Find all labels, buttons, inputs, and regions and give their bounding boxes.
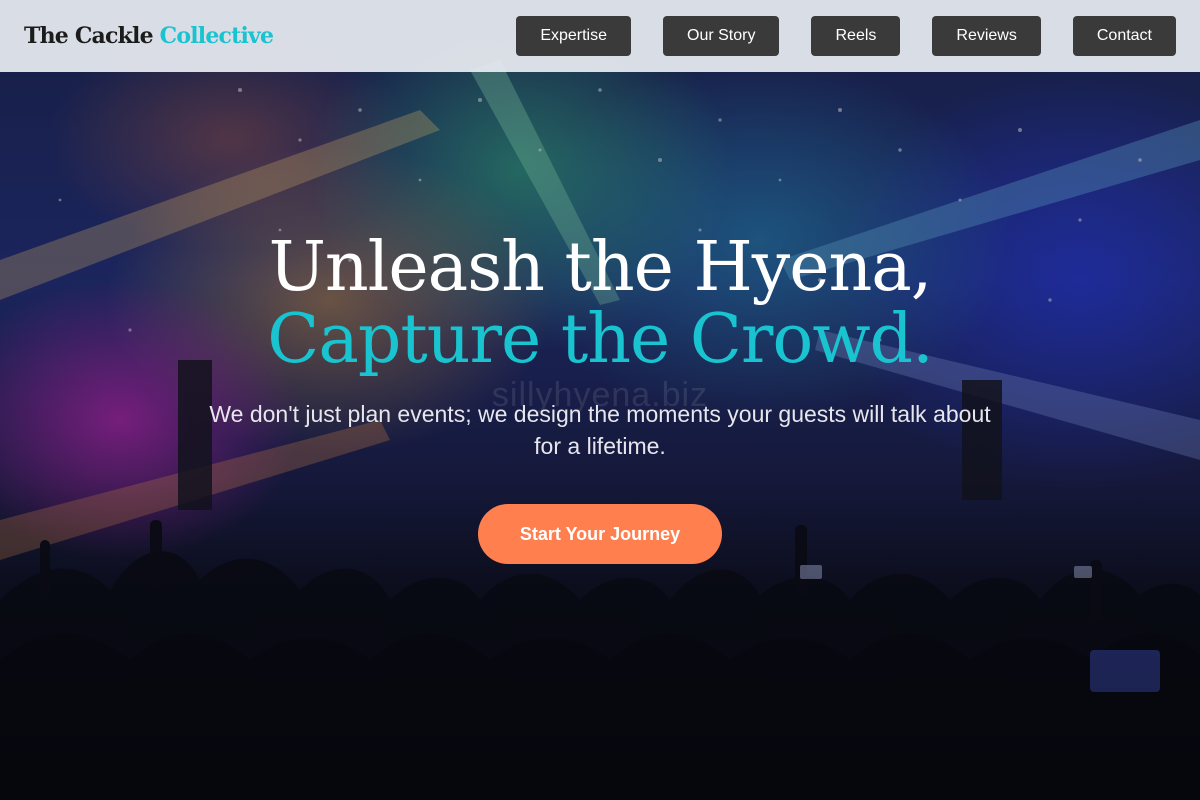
- hero-section: Unleash the Hyena, Capture the Crowd. We…: [0, 232, 1200, 564]
- top-navigation-bar: The Cackle Collective Expertise Our Stor…: [0, 0, 1200, 72]
- hero-headline-line1: Unleash the Hyena,: [268, 228, 933, 307]
- hero-headline: Unleash the Hyena, Capture the Crowd.: [0, 232, 1200, 376]
- nav-reviews-button[interactable]: Reviews: [932, 16, 1041, 56]
- start-journey-button[interactable]: Start Your Journey: [478, 504, 722, 564]
- nav-our-story-button[interactable]: Our Story: [663, 16, 780, 56]
- nav-expertise-button[interactable]: Expertise: [516, 16, 632, 56]
- brand-name-primary: The Cackle: [24, 23, 154, 49]
- hero-subtext: We don't just plan events; we design the…: [209, 401, 991, 459]
- landing-page: The Cackle Collective Expertise Our Stor…: [0, 0, 1200, 800]
- hero-headline-line2: Capture the Crowd.: [267, 300, 933, 379]
- nav-reels-button[interactable]: Reels: [811, 16, 901, 56]
- nav-links: Expertise Our Story Reels Reviews Contac…: [516, 16, 1176, 56]
- brand-logo[interactable]: The Cackle Collective: [24, 23, 274, 49]
- brand-name-accent: Collective: [159, 23, 274, 49]
- nav-contact-button[interactable]: Contact: [1072, 16, 1176, 56]
